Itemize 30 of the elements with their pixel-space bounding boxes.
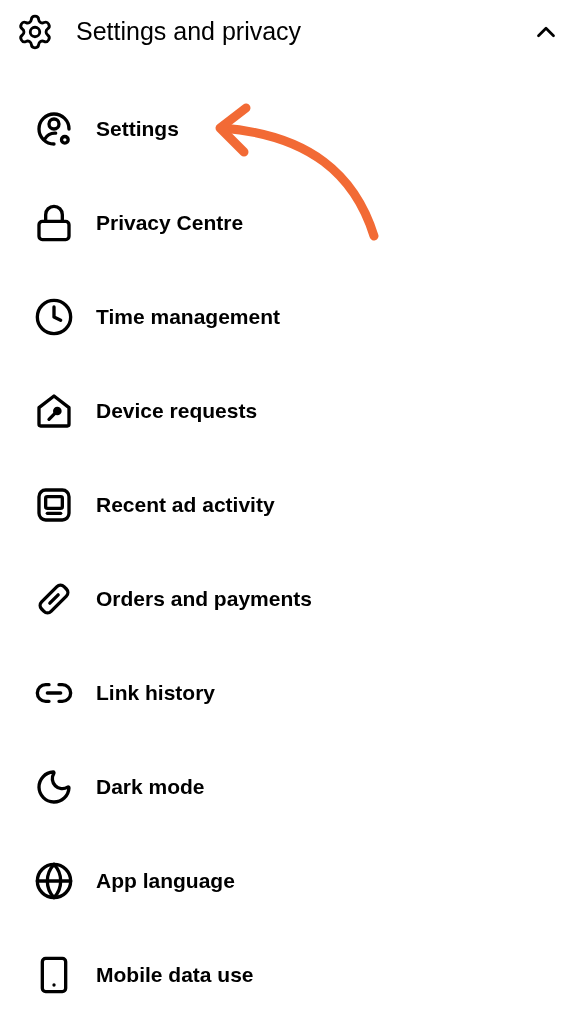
menu-item[interactable]: Privacy Centre: [0, 176, 575, 270]
menu-item[interactable]: Device requests: [0, 364, 575, 458]
menu-item-label: Recent ad activity: [96, 492, 275, 519]
menu-item-label: Settings: [96, 116, 179, 143]
menu-item-label: Device requests: [96, 398, 258, 425]
settings-icon: [16, 13, 54, 51]
menu-item[interactable]: App language: [0, 834, 575, 928]
section-header[interactable]: Settings and privacy: [0, 0, 575, 64]
moon-icon: [34, 767, 74, 807]
menu-item[interactable]: Orders and payments: [0, 552, 575, 646]
menu-item[interactable]: Dark mode: [0, 740, 575, 834]
house-key-icon: [34, 391, 74, 431]
menu-item[interactable]: Mobile data use: [0, 928, 575, 1022]
section-title: Settings and privacy: [76, 16, 303, 48]
menu-item-label: Link history: [96, 680, 216, 707]
menu-item[interactable]: Time management: [0, 270, 575, 364]
lock-icon: [34, 203, 74, 243]
user-gear-icon: [34, 109, 74, 149]
menu-item[interactable]: Settings: [0, 82, 575, 176]
menu-item[interactable]: Link history: [0, 646, 575, 740]
menu-item-label: Mobile data use: [96, 962, 254, 989]
clock-icon: [34, 297, 74, 337]
menu-item-label: Privacy Centre: [96, 210, 244, 237]
menu-item-label: App language: [96, 868, 235, 895]
screen-icon: [34, 485, 74, 525]
menu-item-label: Time management: [96, 304, 280, 331]
menu-item-label: Orders and payments: [96, 586, 312, 613]
menu-item-label: Dark mode: [96, 774, 205, 801]
globe-icon: [34, 861, 74, 901]
menu-item[interactable]: Recent ad activity: [0, 458, 575, 552]
